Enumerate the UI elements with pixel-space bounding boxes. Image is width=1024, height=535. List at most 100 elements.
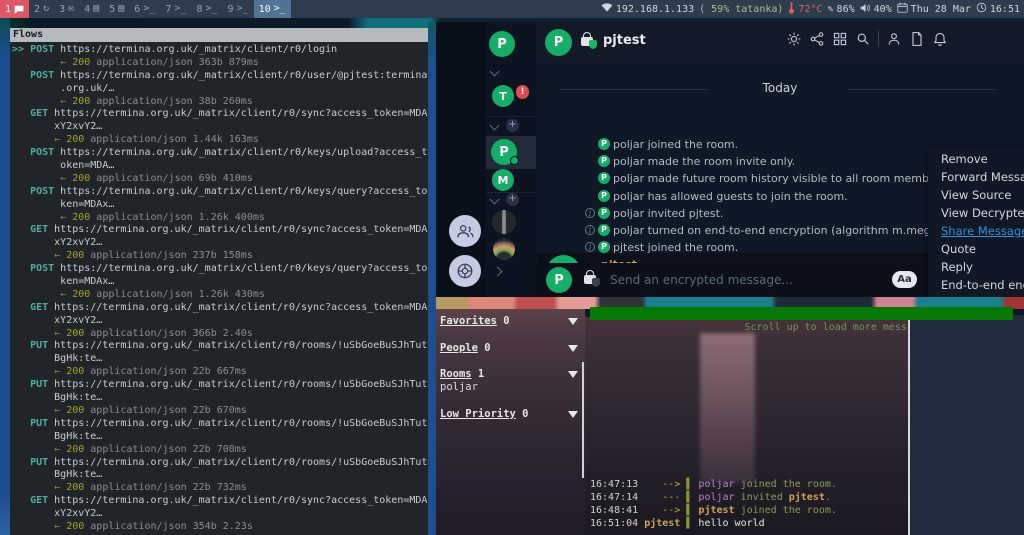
flow-line[interactable]: ← 200 application/json 237b 158ms bbox=[12, 250, 428, 263]
flow-line[interactable]: ← 200 application/json 363b 879ms bbox=[12, 57, 428, 70]
room-avatar-image[interactable] bbox=[492, 210, 516, 234]
format-aa-button[interactable]: Aa bbox=[892, 271, 917, 288]
term-icon: >_ bbox=[237, 4, 249, 14]
flow-line[interactable]: BgHk:te… bbox=[12, 431, 428, 444]
add-room-button[interactable]: + bbox=[506, 119, 519, 132]
event-avatar: P bbox=[598, 241, 610, 253]
flow-line[interactable]: POST https://termina.org.uk/_matrix/clie… bbox=[12, 263, 428, 276]
notifications-bell-icon[interactable] bbox=[932, 31, 948, 47]
flow-line[interactable]: ← 200 application/json 1.26k 400ms bbox=[12, 212, 428, 225]
workspace-4[interactable]: 4▤ bbox=[79, 0, 104, 18]
triangle-down-icon[interactable] bbox=[568, 371, 578, 378]
wallpaper-gap bbox=[428, 22, 436, 535]
room-section-rooms[interactable]: Rooms 1 bbox=[440, 368, 580, 382]
triangle-down-icon[interactable] bbox=[568, 345, 578, 352]
room-section-people[interactable]: People 0 bbox=[440, 342, 580, 356]
flow-line[interactable]: POST https://termina.org.uk/_matrix/clie… bbox=[12, 147, 428, 160]
people-button[interactable] bbox=[449, 215, 481, 247]
menu-item-view-source[interactable]: View Source bbox=[928, 186, 1024, 204]
flow-line[interactable]: xY2xvY2… bbox=[12, 121, 428, 134]
grid-icon[interactable] bbox=[832, 31, 848, 47]
account-avatar[interactable]: P bbox=[489, 31, 515, 57]
event-avatar: P bbox=[598, 207, 610, 219]
flow-line[interactable]: POST https://termina.org.uk/_matrix/clie… bbox=[12, 186, 428, 199]
flow-line[interactable]: PUT https://termina.org.uk/_matrix/clien… bbox=[12, 418, 428, 431]
room-item-poljar[interactable]: poljar bbox=[440, 381, 478, 393]
mitmproxy-flows-header: Flows bbox=[10, 28, 428, 42]
flow-line[interactable]: .org.uk/… bbox=[12, 83, 428, 96]
status-text: 72°C bbox=[798, 4, 822, 15]
menu-item-share-message[interactable]: Share Message bbox=[928, 222, 1024, 240]
room-section-low-priority[interactable]: Low Priority 0 bbox=[440, 408, 580, 422]
flow-line[interactable]: PUT https://termina.org.uk/_matrix/clien… bbox=[12, 340, 428, 353]
mitmproxy-flow-list[interactable]: >> POST https://termina.org.uk/_matrix/c… bbox=[10, 42, 428, 534]
flow-line[interactable]: xY2xvY2… bbox=[12, 315, 428, 328]
room-avatar-m[interactable]: M bbox=[492, 169, 514, 191]
room-avatar-image[interactable] bbox=[493, 238, 515, 260]
flow-line[interactable]: oken=MDA… bbox=[12, 160, 428, 173]
flow-line[interactable]: ← 200 application/json 354b 2.23s bbox=[12, 521, 428, 534]
flow-line[interactable]: BgHk:te… bbox=[12, 469, 428, 482]
workspace-3[interactable]: 3✉ bbox=[54, 0, 79, 18]
flow-line[interactable]: PUT https://termina.org.uk/_matrix/clien… bbox=[12, 457, 428, 470]
scrollbar[interactable] bbox=[582, 362, 584, 478]
menu-item-view-decrypted-s[interactable]: View Decrypted S bbox=[928, 204, 1024, 222]
divider bbox=[878, 31, 879, 47]
flow-line[interactable]: ← 200 application/json 22b 670ms bbox=[12, 405, 428, 418]
menu-item-forward-message[interactable]: Forward Message bbox=[928, 168, 1024, 186]
workspace-1[interactable]: 1 bbox=[0, 0, 29, 18]
flow-line[interactable]: ← 200 application/json 366b 2.40s bbox=[12, 328, 428, 341]
triangle-down-icon[interactable] bbox=[568, 318, 578, 325]
flow-line[interactable]: BgHk:te… bbox=[12, 392, 428, 405]
flow-line[interactable]: >> POST https://termina.org.uk/_matrix/c… bbox=[12, 44, 428, 57]
menu-item-reply[interactable]: Reply bbox=[928, 258, 1024, 276]
event-avatar: P bbox=[598, 172, 610, 184]
add-room-button[interactable]: + bbox=[506, 193, 519, 206]
flow-line[interactable]: ← 200 application/json 22b 708ms bbox=[12, 444, 428, 457]
flow-line[interactable]: ← 200 application/json 22b 667ms bbox=[12, 366, 428, 379]
workspace-8[interactable]: 8>_ bbox=[191, 0, 222, 18]
room-section-favorites[interactable]: Favorites 0 bbox=[440, 315, 580, 329]
composer-input[interactable]: Send an encrypted message... bbox=[610, 273, 793, 287]
wallpaper-waterfall bbox=[700, 333, 755, 483]
flow-line[interactable]: BgHk:te… bbox=[12, 353, 428, 366]
workspace-2[interactable]: 2↻ bbox=[29, 0, 54, 18]
workspace-10[interactable]: 10>_ bbox=[254, 0, 291, 18]
flow-line[interactable]: ← 200 application/json 1.44k 163ms bbox=[12, 134, 428, 147]
flow-line[interactable]: GET https://termina.org.uk/_matrix/clien… bbox=[12, 302, 428, 315]
book-icon: ▤ bbox=[118, 4, 124, 14]
flow-line[interactable]: ← 200 application/json 1.26k 430ms bbox=[12, 289, 428, 302]
room-avatar-t[interactable]: T bbox=[492, 85, 514, 107]
settings-gear-icon[interactable] bbox=[786, 31, 802, 47]
menu-item-quote[interactable]: Quote bbox=[928, 240, 1024, 258]
workspace-5[interactable]: 5▤ bbox=[104, 0, 129, 18]
workspace-6[interactable]: 6>_ bbox=[129, 0, 160, 18]
flow-line[interactable]: POST https://termina.org.uk/_matrix/clie… bbox=[12, 70, 428, 83]
log-line: 16:47:14 --- ▌ poljar invited pjtest. bbox=[590, 491, 837, 504]
flow-line[interactable]: PUT https://termina.org.uk/_matrix/clien… bbox=[12, 379, 428, 392]
flow-line[interactable]: GET https://termina.org.uk/_matrix/clien… bbox=[12, 108, 428, 121]
message-context-menu: RemoveForward MessageView SourceView Dec… bbox=[928, 146, 1024, 297]
flow-line[interactable]: GET https://termina.org.uk/_matrix/clien… bbox=[12, 495, 428, 508]
file-icon[interactable] bbox=[909, 31, 925, 47]
menu-item-remove[interactable]: Remove bbox=[928, 150, 1024, 168]
share-icon[interactable] bbox=[809, 31, 825, 47]
triangle-down-icon[interactable] bbox=[568, 411, 578, 418]
menu-item-end-to-end-encry[interactable]: End-to-end encry bbox=[928, 276, 1024, 294]
flow-line[interactable]: ← 200 application/json 38b 260ms bbox=[12, 96, 428, 109]
status-segment: 40% bbox=[860, 3, 892, 16]
flow-line[interactable]: ken=MDAx… bbox=[12, 199, 428, 212]
members-icon[interactable] bbox=[886, 31, 902, 47]
flow-line[interactable]: ← 200 application/json 22b 732ms bbox=[12, 482, 428, 495]
shield-icon bbox=[592, 278, 600, 287]
workspace-7[interactable]: 7>_ bbox=[160, 0, 191, 18]
terminal-chat-log: 16:47:13 --> ▌ poljar joined the room.16… bbox=[590, 478, 837, 530]
help-button[interactable] bbox=[449, 255, 481, 287]
flow-line[interactable]: GET https://termina.org.uk/_matrix/clien… bbox=[12, 224, 428, 237]
flow-line[interactable]: xY2xvY2… bbox=[12, 237, 428, 250]
workspace-9[interactable]: 9>_ bbox=[223, 0, 254, 18]
search-icon[interactable] bbox=[855, 31, 871, 47]
flow-line[interactable]: ← 200 application/json 69b 410ms bbox=[12, 173, 428, 186]
flow-line[interactable]: xY2xvY2… bbox=[12, 508, 428, 521]
flow-line[interactable]: ken=MDAx… bbox=[12, 276, 428, 289]
